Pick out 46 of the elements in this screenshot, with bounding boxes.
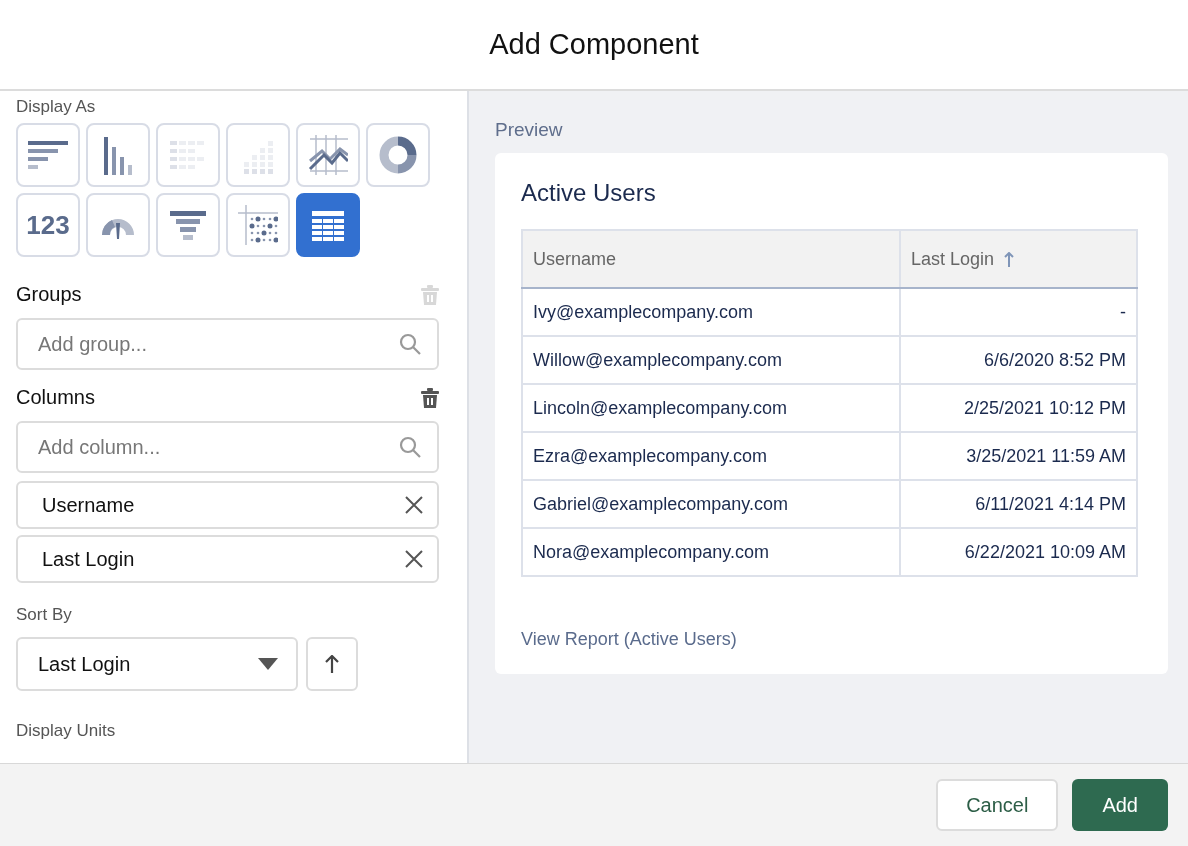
close-icon[interactable]	[405, 496, 423, 514]
card-title: Active Users	[521, 179, 657, 207]
table-cell: 2/25/2021 10:12 PM	[900, 384, 1137, 432]
trash-icon	[421, 284, 439, 305]
view-report-link[interactable]: View Report (Active Users)	[521, 629, 737, 650]
close-icon[interactable]	[405, 550, 423, 568]
donut-chart-icon	[378, 135, 418, 175]
number-icon: 123	[26, 209, 70, 241]
table-cell: Nora@examplecompany.com	[522, 528, 900, 576]
table-cell: 6/11/2021 4:14 PM	[900, 480, 1137, 528]
section-label: Display Units	[16, 721, 116, 740]
column-header[interactable]: Last Login	[900, 230, 1137, 288]
table-cell: Lincoln@examplecompany.com	[522, 384, 900, 432]
table-cell: 6/6/2020 8:52 PM	[900, 336, 1137, 384]
sort-dropdown[interactable]: Last Login	[16, 637, 298, 691]
up-arrow-icon	[325, 655, 339, 673]
scatter-chart-icon	[238, 205, 278, 245]
section-label: Display As	[16, 97, 97, 117]
dialog-title: Add Component	[489, 28, 699, 61]
sort-direction-button[interactable]	[306, 637, 358, 691]
search-icon	[399, 436, 421, 458]
column-header[interactable]: Username	[522, 230, 900, 288]
search-field[interactable]: Add group...	[16, 318, 439, 370]
section-label: Columns	[16, 386, 95, 409]
table-cell: Willow@examplecompany.com	[522, 336, 900, 384]
table-cell: 6/22/2021 10:09 AM	[900, 528, 1137, 576]
cancel-button[interactable]: Cancel	[936, 779, 1059, 831]
chart-type-option[interactable]: 123	[16, 193, 80, 257]
table-cell: Ezra@examplecompany.com	[522, 432, 900, 480]
column-name: Username	[42, 493, 135, 517]
sort-arrow-icon	[1004, 251, 1015, 267]
column-name: Last Login	[42, 547, 135, 571]
table-cell: 3/25/2021 11:59 AM	[900, 432, 1137, 480]
section-label: Sort By	[16, 605, 72, 624]
table-cell: Gabriel@examplecompany.com	[522, 480, 900, 528]
trash-icon	[421, 387, 439, 408]
search-field[interactable]: Add column...	[16, 421, 439, 473]
chart-type-option[interactable]	[296, 193, 360, 257]
table-cell: -	[900, 288, 1137, 336]
search-icon	[399, 333, 421, 355]
preview-label: Preview	[495, 119, 564, 141]
caret-icon	[258, 658, 278, 670]
add-button[interactable]: Add	[1072, 779, 1168, 831]
table-cell: Ivy@examplecompany.com	[522, 288, 900, 336]
line-chart-icon	[308, 135, 348, 175]
section-label: Groups	[16, 283, 82, 306]
